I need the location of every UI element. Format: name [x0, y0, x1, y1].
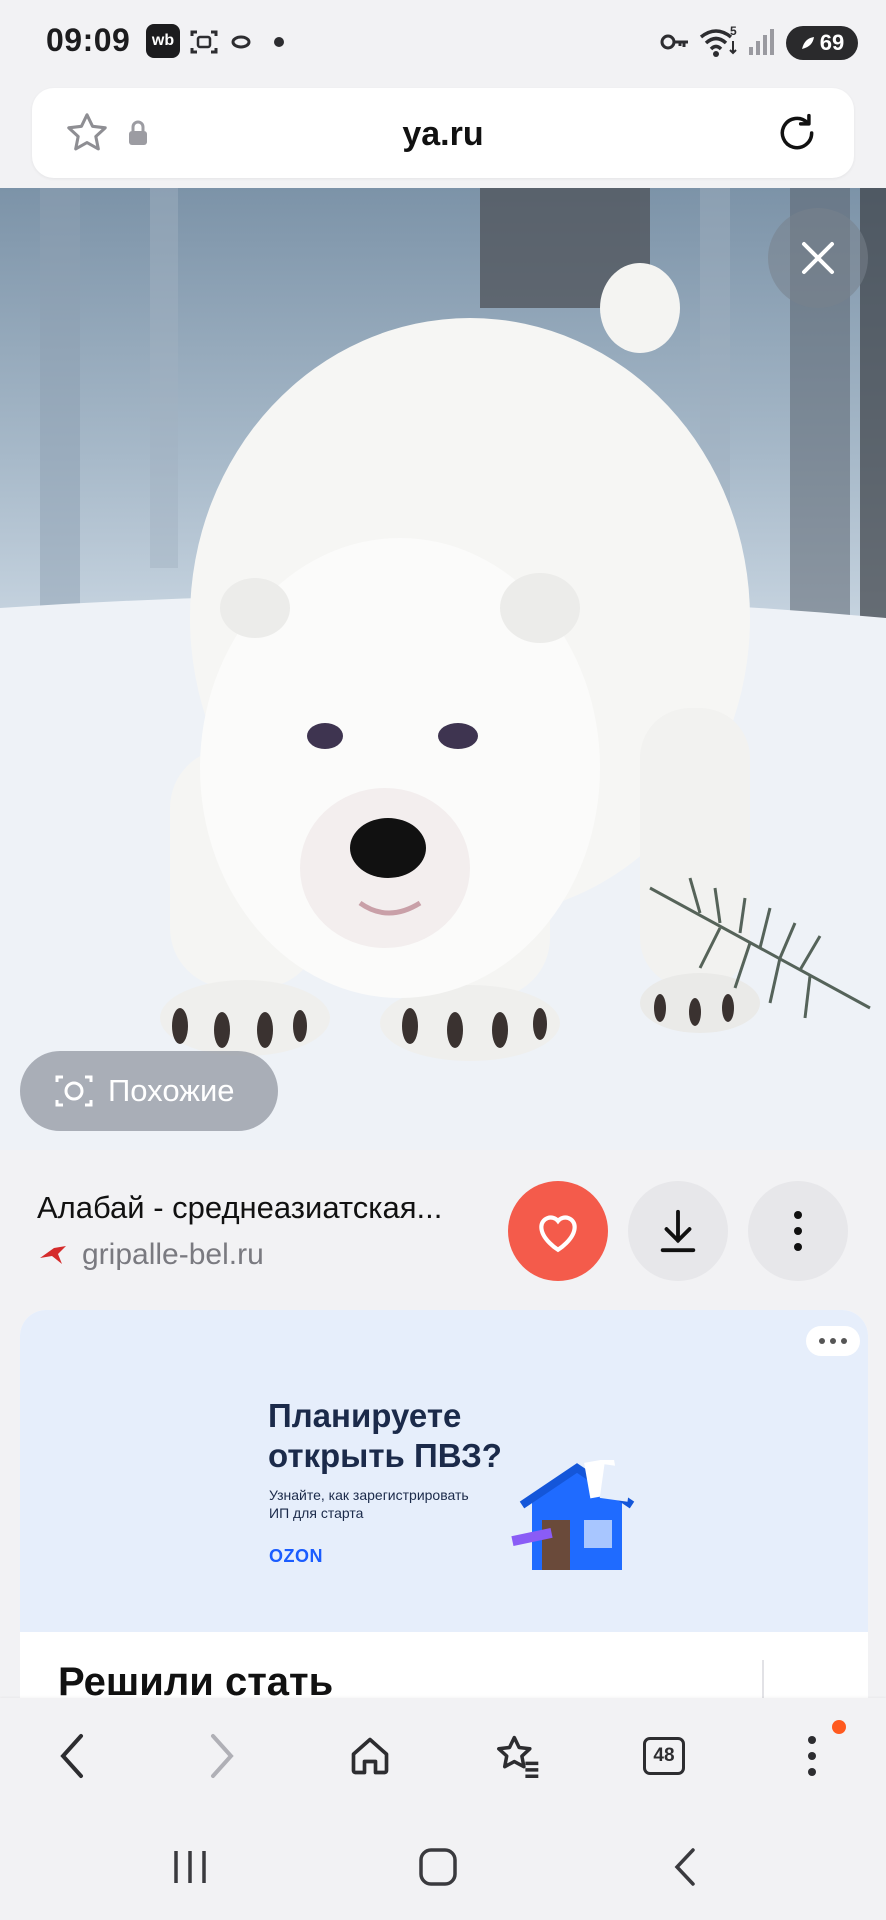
ad-more-button[interactable]: [806, 1326, 860, 1356]
result-title[interactable]: Алабай - среднеазиатская...: [37, 1190, 442, 1226]
home-button[interactable]: [338, 1724, 402, 1788]
ad-headline-line1: Планируете: [268, 1397, 462, 1434]
ad-subtext-line2: ИП для старта: [269, 1505, 364, 1521]
more-vertical-icon: [808, 1736, 816, 1776]
ring-icon: [228, 24, 254, 60]
source-domain: gripalle-bel.ru: [82, 1238, 264, 1271]
store-house-icon: [511, 1460, 635, 1570]
home-icon: [351, 1737, 389, 1775]
menu-button[interactable]: [780, 1724, 844, 1788]
ad-banner[interactable]: Планируете открыть ПВЗ? Узнайте, как зар…: [20, 1310, 868, 1632]
wb-icon: wb: [146, 24, 180, 58]
tab-count: 48: [643, 1737, 685, 1775]
ad-subtext-line1: Узнайте, как зарегистрировать: [269, 1487, 469, 1503]
puppy-photo: [0, 188, 886, 1150]
download-button[interactable]: [628, 1181, 728, 1281]
chevron-left-icon: [60, 1734, 83, 1778]
ad-headline: Планируете открыть ПВЗ?: [268, 1396, 502, 1476]
screenshot-icon: [186, 24, 222, 60]
tabs-button[interactable]: 48: [632, 1724, 696, 1788]
reload-icon[interactable]: [772, 108, 822, 158]
chevron-right-icon: [211, 1734, 234, 1778]
similar-label: Похожие: [108, 1073, 235, 1108]
home-system-button[interactable]: [408, 1842, 468, 1892]
camera-search-icon: [55, 1075, 93, 1107]
ad-brand: OZON: [269, 1546, 323, 1566]
recent-apps-icon: [174, 1851, 206, 1883]
forward-button[interactable]: [190, 1724, 254, 1788]
recent-apps-button[interactable]: [160, 1842, 220, 1892]
bookmarks-button[interactable]: [486, 1724, 550, 1788]
status-time: 09:09: [46, 22, 131, 58]
close-image-button[interactable]: [768, 208, 868, 308]
key-icon: [658, 24, 692, 60]
system-back-button[interactable]: [656, 1842, 716, 1892]
ad-card[interactable]: Планируете открыть ПВЗ? Узнайте, как зар…: [20, 1310, 868, 1730]
system-navigation: [0, 1812, 886, 1920]
heart-icon: [539, 1215, 577, 1253]
ad-headline-line2: открыть ПВЗ?: [268, 1437, 502, 1474]
home-square-icon: [419, 1848, 457, 1886]
favorite-button[interactable]: [508, 1181, 608, 1281]
back-arrow-icon: [674, 1848, 695, 1886]
signal-icon: [746, 24, 776, 60]
search-result-image[interactable]: [0, 188, 886, 1150]
battery-level: 69: [819, 30, 845, 55]
battery-icon: 69: [786, 26, 858, 60]
more-vertical-icon: [794, 1211, 802, 1251]
dot-icon: [272, 24, 286, 60]
similar-images-button[interactable]: Похожие: [20, 1051, 278, 1131]
back-button[interactable]: [40, 1724, 104, 1788]
status-bar: 09:09 wb 5 69: [0, 0, 886, 86]
svg-text:5: 5: [730, 25, 737, 38]
browser-screen: 09:09 wb 5 69 ya.ru Похожие Алабай - сре…: [0, 0, 886, 1920]
browser-toolbar: 48: [0, 1698, 886, 1812]
notification-dot: [832, 1720, 846, 1734]
download-icon: [660, 1209, 696, 1253]
more-options-button[interactable]: [748, 1181, 848, 1281]
wifi-icon: 5: [698, 24, 740, 60]
ad-subtext: Узнайте, как зарегистрировать ИП для ста…: [269, 1486, 469, 1522]
url-domain[interactable]: ya.ru: [32, 115, 854, 154]
address-bar[interactable]: ya.ru: [32, 88, 854, 178]
result-source[interactable]: gripalle-bel.ru: [38, 1238, 264, 1272]
star-list-icon: [497, 1735, 539, 1779]
source-favicon-icon: [40, 1246, 66, 1264]
